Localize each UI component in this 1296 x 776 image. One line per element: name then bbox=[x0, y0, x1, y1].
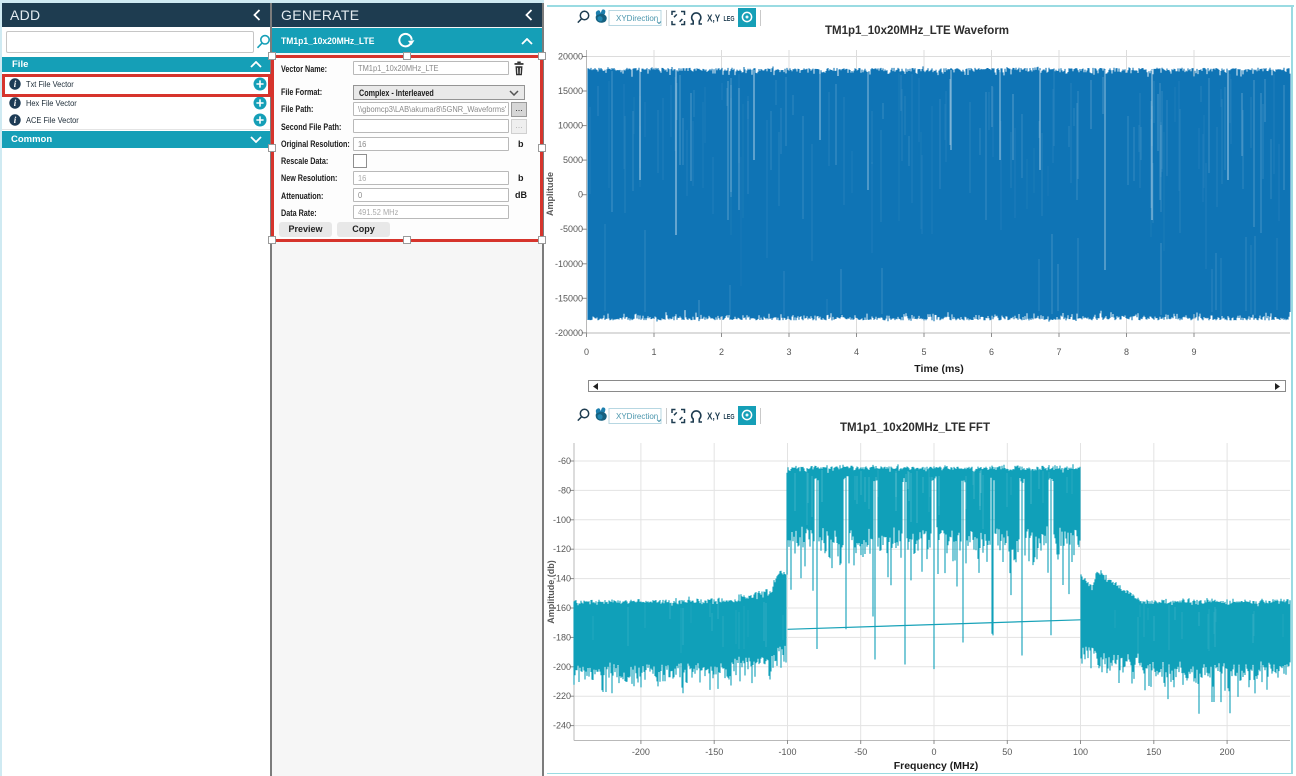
svg-text:0: 0 bbox=[931, 747, 936, 757]
svg-text:8: 8 bbox=[1124, 347, 1129, 357]
svg-text:5000: 5000 bbox=[563, 155, 583, 165]
svg-text:Frequency (MHz): Frequency (MHz) bbox=[894, 760, 979, 772]
svg-text:-5000: -5000 bbox=[560, 224, 583, 234]
svg-text:Amplitude (db): Amplitude (db) bbox=[546, 560, 556, 624]
svg-text:Amplitude: Amplitude bbox=[545, 172, 555, 216]
svg-text:-240: -240 bbox=[553, 721, 571, 731]
svg-text:9: 9 bbox=[1191, 347, 1196, 357]
svg-text:-60: -60 bbox=[558, 456, 571, 466]
svg-text:20000: 20000 bbox=[558, 52, 583, 62]
svg-text:-120: -120 bbox=[553, 544, 571, 554]
svg-text:50: 50 bbox=[1002, 747, 1012, 757]
svg-text:150: 150 bbox=[1146, 747, 1161, 757]
svg-text:7: 7 bbox=[1056, 347, 1061, 357]
svg-text:-50: -50 bbox=[854, 747, 867, 757]
svg-text:-100: -100 bbox=[553, 515, 571, 525]
svg-text:0: 0 bbox=[578, 190, 583, 200]
svg-text:-80: -80 bbox=[558, 485, 571, 495]
svg-text:2: 2 bbox=[719, 347, 724, 357]
svg-text:Time (ms): Time (ms) bbox=[914, 363, 963, 375]
svg-text:10000: 10000 bbox=[558, 121, 583, 131]
svg-text:-200: -200 bbox=[632, 747, 650, 757]
svg-text:5: 5 bbox=[921, 347, 926, 357]
svg-text:-20000: -20000 bbox=[555, 328, 583, 338]
svg-text:-15000: -15000 bbox=[555, 293, 583, 303]
svg-text:3: 3 bbox=[786, 347, 791, 357]
svg-text:-150: -150 bbox=[705, 747, 723, 757]
svg-text:15000: 15000 bbox=[558, 86, 583, 96]
svg-text:-220: -220 bbox=[553, 691, 571, 701]
svg-text:-180: -180 bbox=[553, 632, 571, 642]
svg-text:-10000: -10000 bbox=[555, 259, 583, 269]
svg-text:6: 6 bbox=[989, 347, 994, 357]
svg-text:-100: -100 bbox=[778, 747, 796, 757]
svg-text:-200: -200 bbox=[553, 662, 571, 672]
svg-text:4: 4 bbox=[854, 347, 859, 357]
svg-text:1: 1 bbox=[651, 347, 656, 357]
svg-text:200: 200 bbox=[1220, 747, 1235, 757]
svg-text:0: 0 bbox=[584, 347, 589, 357]
svg-text:100: 100 bbox=[1073, 747, 1088, 757]
